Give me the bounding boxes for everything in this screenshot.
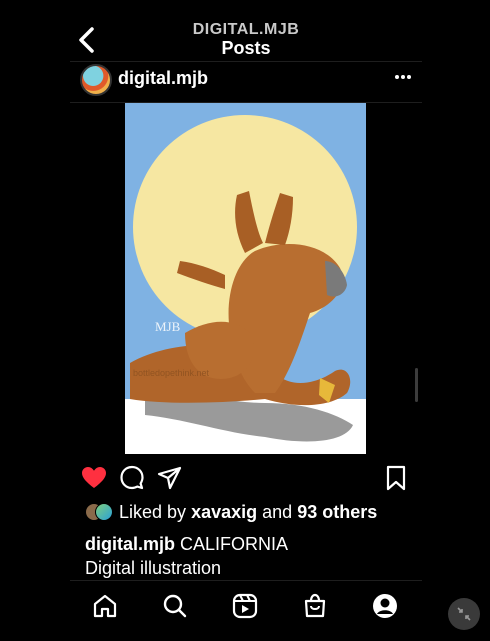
nav-profile[interactable]: [370, 591, 400, 621]
comment-button[interactable]: [118, 464, 146, 492]
like-button[interactable]: [80, 464, 108, 492]
liked-and: and: [262, 501, 293, 522]
liked-user[interactable]: xavaxig: [191, 502, 257, 523]
nav-search[interactable]: [160, 591, 190, 621]
caption-username[interactable]: digital.mjb: [85, 534, 175, 554]
likes-summary[interactable]: Liked by xavaxig and 93 others: [85, 500, 377, 524]
signature: MJB: [155, 319, 181, 334]
page-title-text: Posts: [221, 38, 271, 58]
shop-icon: [304, 593, 326, 618]
caption-line-2: Digital illustration: [85, 558, 222, 578]
account-name: DIGITAL.MJB: [192, 21, 300, 38]
nav-reels[interactable]: [230, 591, 260, 621]
save-button[interactable]: [382, 464, 410, 492]
post-image[interactable]: MJB bottledopethink.net: [125, 103, 366, 454]
post-header: digital.mjb: [70, 62, 422, 102]
post-username[interactable]: digital.mjb: [118, 68, 208, 89]
liked-by-avatars: [85, 503, 113, 521]
minimize-icon: [457, 607, 471, 621]
scroll-indicator: [415, 368, 418, 402]
nav-home[interactable]: [90, 591, 120, 621]
reels-icon: [232, 593, 258, 619]
paper-plane-icon: [157, 466, 182, 490]
heart-icon: [82, 467, 106, 488]
liked-avatar-2: [95, 503, 113, 521]
bottom-nav: [70, 580, 422, 641]
nav-shop[interactable]: [300, 591, 330, 621]
more-options-button[interactable]: [394, 66, 412, 86]
share-button[interactable]: [156, 464, 184, 492]
post-actions: [70, 462, 422, 494]
search-icon: [163, 594, 187, 618]
watermark: bottledopethink.net: [133, 368, 210, 378]
profile-icon: [373, 594, 397, 618]
home-icon: [93, 594, 117, 618]
page-title: DIGITAL.MJB Posts: [70, 21, 422, 58]
more-horizontal-icon: [395, 75, 411, 79]
minimize-button[interactable]: [448, 598, 480, 630]
illustration: MJB bottledopethink.net: [125, 103, 366, 454]
header: DIGITAL.MJB Posts: [70, 18, 422, 62]
caption: digital.mjb CALIFORNIA Digital illustrat…: [85, 532, 288, 580]
caption-line-1: CALIFORNIA: [180, 534, 289, 554]
avatar[interactable]: [80, 64, 112, 96]
bookmark-icon: [386, 465, 406, 491]
liked-others[interactable]: 93 others: [297, 502, 377, 523]
comment-icon: [120, 465, 144, 490]
liked-prefix: Liked by: [119, 501, 187, 522]
